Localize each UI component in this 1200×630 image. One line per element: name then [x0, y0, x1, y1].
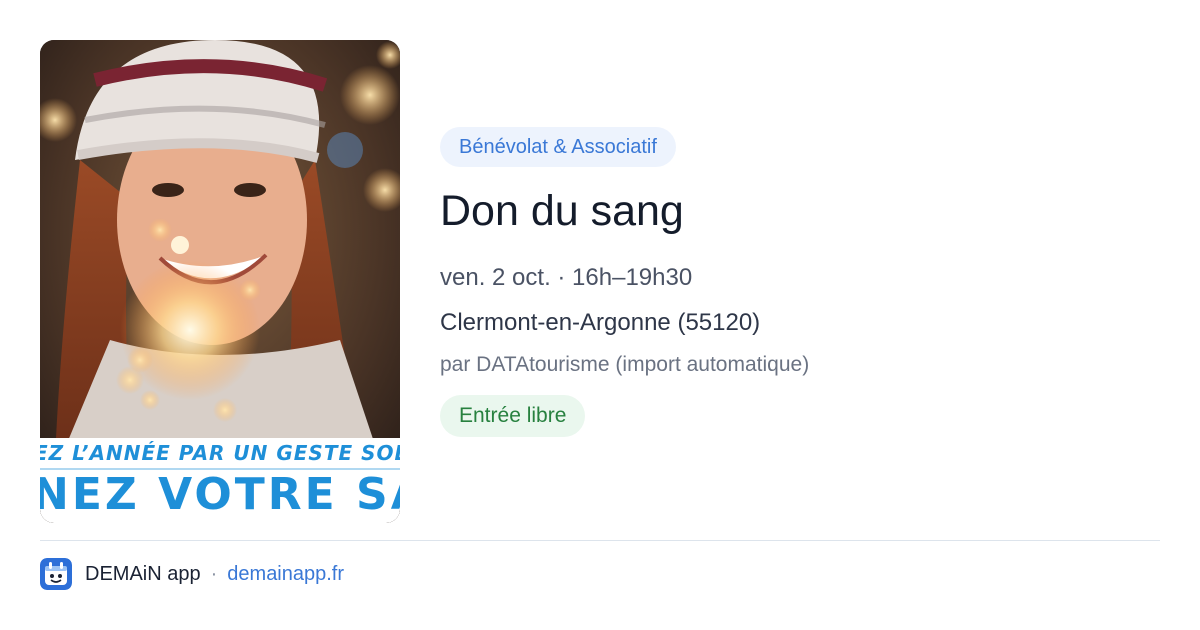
- site-link[interactable]: demainapp.fr: [227, 563, 344, 586]
- banner-text-line2: NEZ VOTRE SAN: [40, 470, 400, 518]
- app-logo-icon: [40, 558, 72, 590]
- event-organizer: par DATAtourisme (import automatique): [440, 353, 810, 376]
- event-location: Clermont-en-Argonne (55120): [440, 309, 761, 336]
- event-title: Don du sang: [440, 187, 684, 235]
- footer-separator: ·: [210, 562, 218, 585]
- footer-divider: [40, 540, 1160, 541]
- banner-text-line1: EZ L’ANNÉE PAR UN GESTE SOLI: [40, 441, 400, 465]
- event-image[interactable]: EZ L’ANNÉE PAR UN GESTE SOLI NEZ VOTRE S…: [40, 40, 400, 523]
- app-name: DEMAiN app: [85, 562, 201, 585]
- image-banner: EZ L’ANNÉE PAR UN GESTE SOLI NEZ VOTRE S…: [40, 438, 400, 523]
- footer: DEMAiN app · demainapp.fr: [40, 557, 344, 591]
- category-badge[interactable]: Bénévolat & Associatif: [440, 127, 676, 167]
- event-datetime: ven. 2 oct. · 16h–19h30: [440, 264, 693, 291]
- price-badge: Entrée libre: [440, 395, 586, 437]
